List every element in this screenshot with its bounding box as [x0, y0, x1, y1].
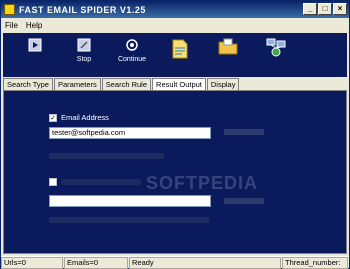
email-description-hint: [49, 153, 164, 159]
folder-icon: [218, 38, 238, 56]
second-field-hint: [224, 198, 264, 204]
network-icon: [266, 38, 286, 58]
email-address-field[interactable]: tester@softpedia.com: [49, 127, 211, 139]
minimize-button[interactable]: _: [303, 3, 317, 15]
close-button[interactable]: ×: [333, 3, 347, 15]
window-title: FAST EMAIL SPIDER V1.25: [19, 4, 146, 15]
status-emails: Emails=0: [64, 257, 128, 269]
continue-button[interactable]: Continue: [108, 33, 156, 77]
watermark-text: SOFTPEDIA: [146, 173, 259, 193]
continue-label: Continue: [117, 56, 147, 63]
second-description-hint: [49, 217, 209, 223]
maximize-button[interactable]: □: [318, 3, 332, 15]
continue-icon: [125, 38, 139, 52]
start-button[interactable]: [11, 33, 59, 77]
stop-icon: [77, 38, 91, 52]
email-field-hint: [224, 129, 264, 135]
menu-bar: File Help: [1, 18, 349, 32]
menu-help[interactable]: Help: [26, 21, 42, 30]
email-address-label: Email Address: [61, 113, 109, 122]
email-address-checkbox[interactable]: ✓: [49, 113, 57, 122]
app-window: FAST EMAIL SPIDER V1.25 _ □ × File Help …: [0, 0, 350, 269]
tab-search-type[interactable]: Search Type: [3, 78, 53, 90]
email-checkbox-row: ✓ Email Address: [49, 113, 109, 122]
app-icon: [4, 4, 15, 15]
second-output-field[interactable]: [49, 195, 211, 207]
toolbar: Stop Continue: [3, 33, 347, 77]
menu-file[interactable]: File: [5, 21, 18, 30]
stop-label: Stop: [76, 56, 92, 63]
tab-search-rule[interactable]: Search Rule: [101, 78, 152, 90]
status-bar: Urls=0 Emails=0 Ready Thread_number:: [1, 256, 349, 269]
tab-strip: Search Type Parameters Search Rule Resul…: [3, 78, 347, 91]
second-checkbox-row: [49, 178, 141, 186]
window-controls: _ □ ×: [303, 3, 347, 15]
status-thread: Thread_number:: [282, 257, 348, 269]
open-folder-button[interactable]: [204, 33, 252, 77]
stop-button[interactable]: Stop: [60, 33, 108, 77]
document-icon: [170, 38, 190, 60]
network-button[interactable]: [252, 33, 300, 77]
result-output-panel: ✓ Email Address tester@softpedia.com: [3, 90, 347, 254]
second-output-checkbox[interactable]: [49, 178, 57, 186]
tab-parameters[interactable]: Parameters: [53, 78, 101, 90]
tab-display[interactable]: Display: [206, 78, 240, 90]
title-bar[interactable]: FAST EMAIL SPIDER V1.25 _ □ ×: [1, 1, 349, 18]
start-icon: [28, 38, 42, 52]
second-output-label: [61, 179, 141, 185]
status-state: Ready: [129, 257, 281, 269]
status-urls: Urls=0: [1, 257, 63, 269]
open-results-button[interactable]: [156, 33, 204, 77]
